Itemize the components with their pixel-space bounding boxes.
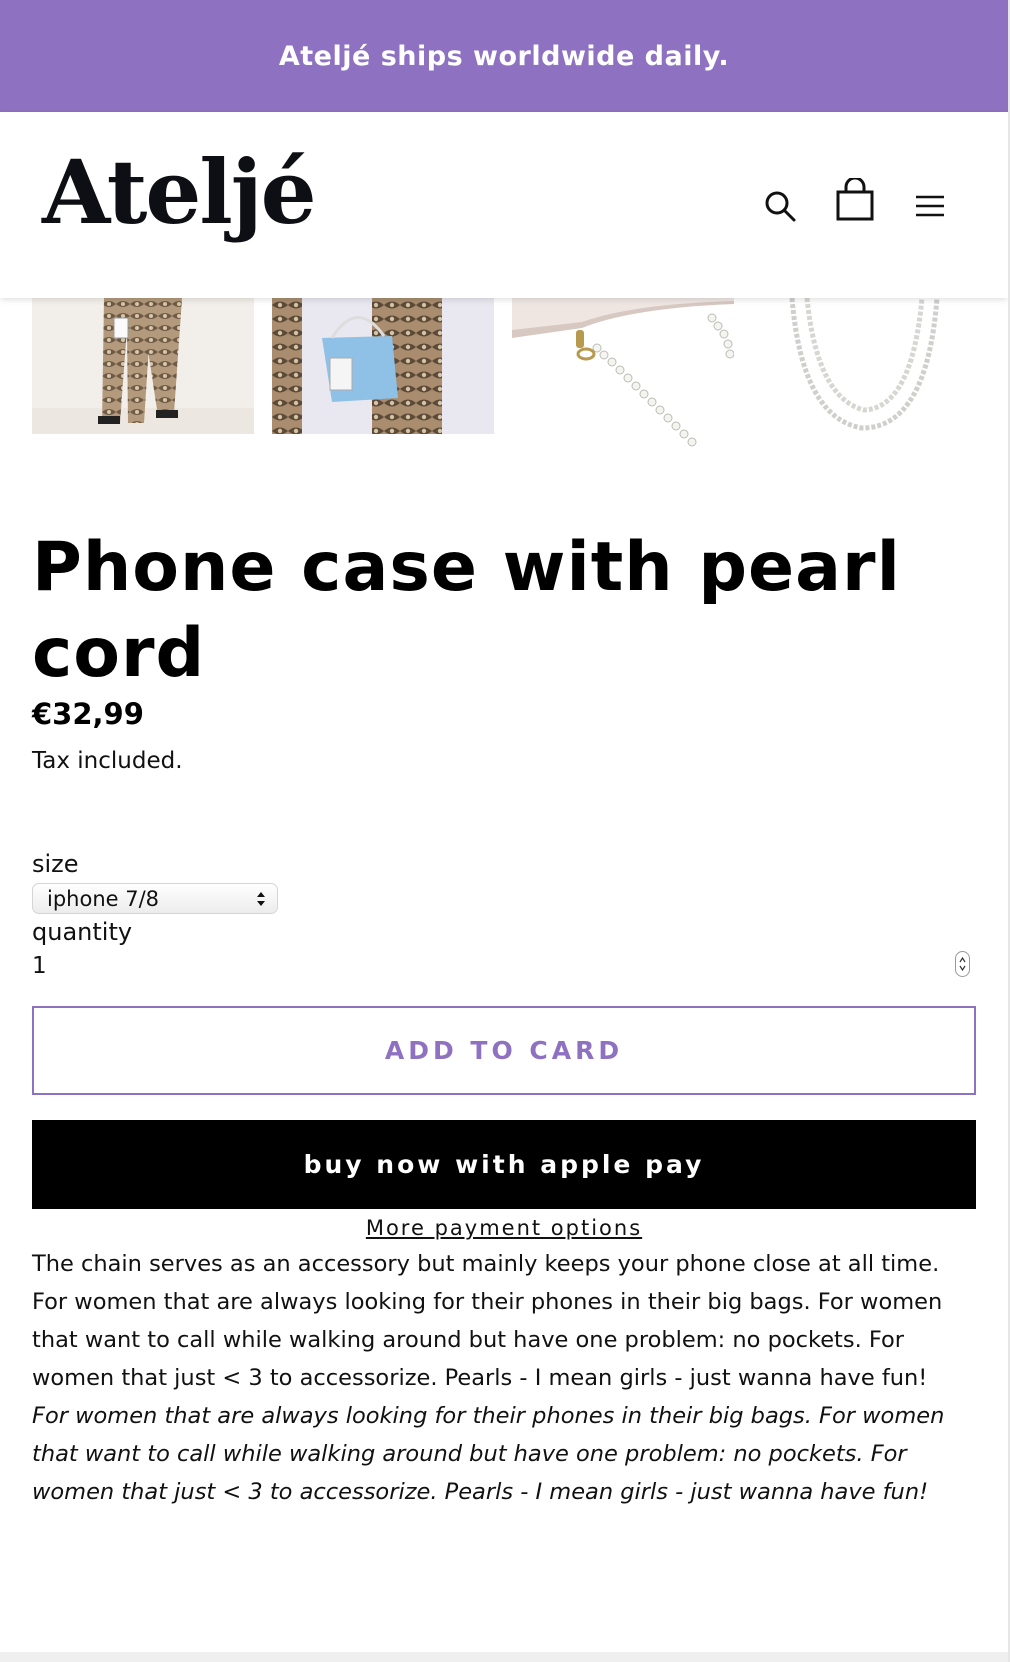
thumbnail-blue-bag[interactable] <box>272 298 494 434</box>
shopping-bag-icon[interactable] <box>833 178 877 222</box>
product-title: Phone case with pearl cord <box>32 528 901 693</box>
page: Ateljé ships worldwide daily. Ateljé Pho… <box>0 0 1010 1662</box>
stepper-arrows-icon <box>959 956 966 972</box>
description-paragraph-italic: For women that are always looking for th… <box>32 1403 945 1505</box>
add-to-cart-button[interactable]: ADD TO CARD <box>32 1006 976 1095</box>
tax-note: Tax included. <box>32 748 183 774</box>
quantity-label: quantity <box>32 918 133 946</box>
site-header: Ateljé <box>0 112 1008 298</box>
announcement-text: Ateljé ships worldwide daily. <box>278 40 730 72</box>
product-price: €32,99 <box>32 697 144 731</box>
menu-icon[interactable] <box>908 184 952 228</box>
description-paragraph: The chain serves as an accessory but mai… <box>32 1251 940 1277</box>
quantity-stepper[interactable] <box>955 951 970 977</box>
size-selected-value: iphone 7/8 <box>47 886 160 911</box>
search-icon[interactable] <box>758 184 802 228</box>
product-description: The chain serves as an accessory but mai… <box>32 1245 962 1511</box>
logo[interactable]: Ateljé <box>42 140 317 246</box>
select-arrows-icon <box>255 889 267 914</box>
description-paragraph: For women that are always looking for th… <box>32 1289 943 1391</box>
product-gallery <box>0 298 1008 458</box>
quantity-input[interactable]: 1 <box>32 953 47 979</box>
size-label: size <box>32 850 79 878</box>
page-bottom-edge <box>0 1652 1008 1662</box>
thumbnail-case-closeup[interactable] <box>512 298 734 452</box>
size-select[interactable]: iphone 7/8 <box>32 883 278 914</box>
more-payment-options-link[interactable]: More payment options <box>0 1216 1008 1240</box>
thumbnail-model-snakeskin-pants[interactable] <box>32 298 254 434</box>
announcement-bar: Ateljé ships worldwide daily. <box>0 0 1008 112</box>
buy-now-button[interactable]: buy now with apple pay <box>32 1120 976 1209</box>
thumbnail-pearl-cord[interactable] <box>752 298 974 452</box>
